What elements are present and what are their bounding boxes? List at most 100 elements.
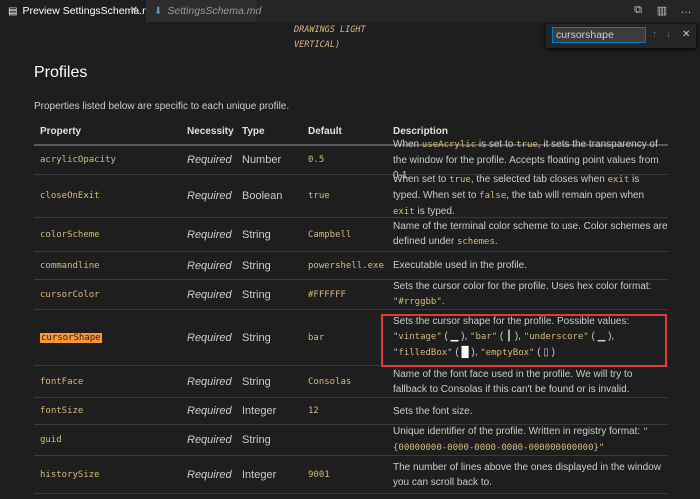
- cell-default-text: true: [308, 191, 330, 201]
- table-row: historySize Required Integer 9001 The number…: [34, 456, 668, 494]
- cell-property: cursorColor: [40, 280, 188, 309]
- cell-default-text: 12: [308, 406, 319, 416]
- table-row: acrylicOpacity Required Number 0.5 When useA…: [34, 139, 668, 181]
- cell-necessity-text: Required: [187, 331, 232, 344]
- inline-text: (: [441, 331, 451, 342]
- inline-text: ),: [458, 331, 471, 342]
- inline-code: schemes: [456, 237, 495, 247]
- cell-description: Name of the terminal color scheme to use…: [393, 218, 668, 251]
- cell-type-text: String: [242, 228, 271, 241]
- cell-type-text: String: [242, 375, 271, 388]
- next-match-icon[interactable]: ↓: [666, 29, 671, 40]
- close-find-icon[interactable]: ✕: [682, 29, 690, 40]
- cell-necessity-text: Required: [187, 228, 232, 241]
- inline-code: useAcrylic: [421, 140, 477, 150]
- inline-code: "filledBox": [393, 348, 453, 358]
- cell-description: When useAcrylic is set to true, it sets …: [393, 139, 668, 181]
- cell-necessity: Required: [187, 456, 242, 493]
- close-tab-icon[interactable]: ✕: [130, 5, 138, 16]
- header-necessity: Necessity: [187, 126, 234, 137]
- cell-default-text: Consolas: [308, 376, 352, 387]
- description-text: Unique identifier of the profile. Writte…: [393, 424, 668, 456]
- cell-necessity-text: Required: [187, 288, 232, 301]
- cell-necessity: Required: [187, 280, 242, 309]
- cell-type: String: [242, 218, 308, 251]
- cell-description: Sets the font size.: [393, 398, 668, 424]
- inline-code: true: [516, 140, 538, 150]
- cell-necessity-text: Required: [187, 154, 232, 166]
- inline-text: Name of the font face used in the profil…: [393, 368, 633, 395]
- find-input[interactable]: [552, 27, 646, 43]
- cell-description: Unique identifier of the profile. Writte…: [393, 425, 668, 455]
- cell-default: 12: [308, 398, 393, 424]
- cell-type: String: [242, 425, 308, 455]
- description-text: Executable used in the profile.: [393, 258, 527, 273]
- cell-property: colorScheme: [40, 218, 188, 251]
- description-text: Sets the cursor shape for the profile. P…: [393, 314, 668, 361]
- cell-property-text: cursorColor: [40, 289, 100, 300]
- code-fragment-line: DRAWINGS LIGHT: [294, 25, 366, 35]
- tab-settings-schema-md[interactable]: ⬇ SettingsSchema.md: [146, 0, 262, 22]
- inline-text: .: [441, 296, 445, 307]
- cell-default-text: powershell.exe: [308, 260, 384, 271]
- header-property: Property: [40, 126, 82, 137]
- inline-text: ( ┃ ),: [497, 331, 524, 342]
- inline-text: ( ▯ ): [534, 347, 555, 358]
- open-source-icon[interactable]: ⧉: [632, 4, 644, 17]
- cell-property-text: guid: [40, 435, 62, 445]
- cell-default-text: bar: [308, 332, 325, 343]
- cell-type-text: String: [242, 288, 271, 301]
- cell-necessity: Required: [187, 146, 242, 174]
- inline-code: false: [479, 191, 507, 201]
- cell-property: guid: [40, 425, 188, 455]
- cell-type-text: String: [242, 434, 271, 446]
- cell-necessity-text: Required: [187, 259, 232, 272]
- cell-type: Integer: [242, 398, 308, 424]
- cell-property: closeOnExit: [40, 175, 188, 217]
- cell-type-text: String: [242, 259, 271, 272]
- split-editor-icon[interactable]: ▥: [656, 4, 668, 17]
- cell-property-text: fontSize: [40, 406, 84, 416]
- tab-preview-settings-schema[interactable]: ▤ Preview SettingsSchema.md ✕: [0, 0, 157, 22]
- cell-type-text: String: [242, 331, 271, 344]
- description-text: The number of lines above the ones displ…: [393, 460, 668, 490]
- find-widget: ↑ ↓ ✕: [546, 24, 696, 48]
- cell-necessity: Required: [187, 252, 242, 279]
- cursor-glyph: █: [461, 347, 469, 358]
- section-intro: Properties listed below are specific to …: [34, 101, 290, 112]
- inline-code: true: [449, 175, 471, 185]
- table-row: fontSize Required Integer 12 Sets the font s…: [34, 398, 668, 425]
- header-default: Default: [308, 126, 342, 137]
- cell-necessity-text: Required: [187, 405, 232, 417]
- inline-text: The number of lines above the ones displ…: [393, 461, 661, 488]
- inline-text: Sets the cursor shape for the profile. P…: [393, 316, 630, 327]
- cell-necessity: Required: [187, 175, 242, 217]
- cell-property-text: historySize: [40, 469, 100, 480]
- inline-text: is set to: [476, 139, 517, 150]
- inline-text: When set to: [393, 174, 450, 185]
- cell-property: cursorShape: [40, 310, 188, 365]
- description-text: Sets the font size.: [393, 404, 473, 419]
- cell-necessity: Required: [187, 310, 242, 365]
- cell-property: commandline: [40, 252, 188, 279]
- description-text: Name of the font face used in the profil…: [393, 367, 668, 397]
- cell-property-text: acrylicOpacity: [40, 155, 116, 165]
- inline-text: , the tab will remain open when: [506, 190, 645, 201]
- cell-necessity-text: Required: [187, 375, 232, 388]
- cell-property: fontFace: [40, 366, 188, 397]
- more-actions-icon[interactable]: …: [680, 4, 692, 17]
- cell-property-text: closeOnExit: [40, 191, 100, 201]
- section-title: Profiles: [34, 64, 88, 81]
- cell-default: 0.5: [308, 146, 393, 174]
- inline-text: ),: [468, 347, 481, 358]
- previous-match-icon[interactable]: ↑: [652, 29, 657, 40]
- inline-text: (: [452, 347, 462, 358]
- description-text: Sets the cursor color for the profile. U…: [393, 279, 668, 310]
- cell-description: Sets the cursor color for the profile. U…: [393, 280, 668, 309]
- table-row: guid Required String Unique identifier of t…: [34, 425, 668, 456]
- cell-necessity: Required: [187, 218, 242, 251]
- cell-default: [308, 425, 393, 455]
- tab-label: SettingsSchema.md: [167, 5, 262, 17]
- inline-text: Executable used in the profile.: [393, 260, 527, 271]
- cell-property: fontSize: [40, 398, 188, 424]
